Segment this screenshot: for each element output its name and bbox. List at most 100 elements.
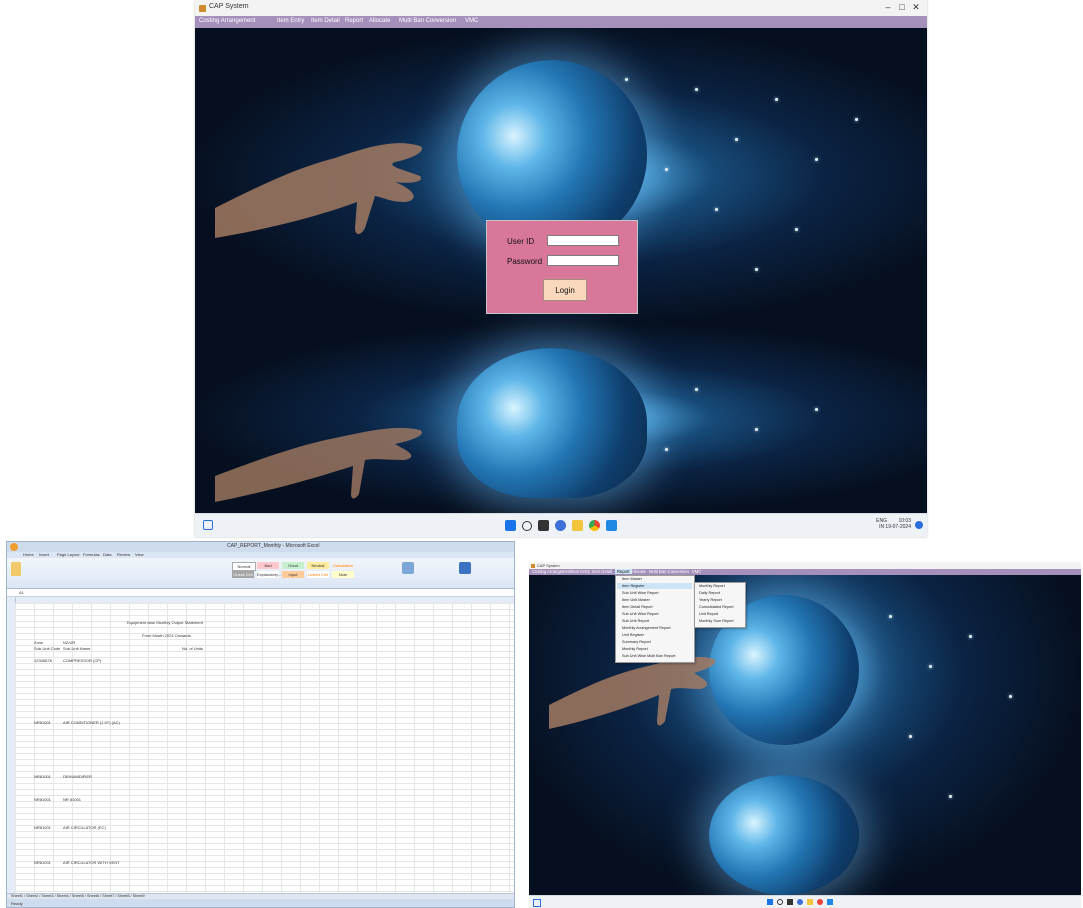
app-taskbar-icon[interactable] [606, 520, 617, 531]
menu-allocate[interactable]: Allocate [631, 569, 646, 574]
menu-costing[interactable]: Costing Arrangement [532, 569, 571, 574]
style-explanatory[interactable]: Explanatory... [257, 571, 281, 578]
chat-icon[interactable] [555, 520, 566, 531]
style-linked-cell[interactable]: Linked Cell [307, 571, 329, 578]
tab-insert[interactable]: Insert [39, 552, 49, 557]
notification-icon[interactable] [915, 521, 923, 529]
widgets-icon[interactable] [533, 899, 541, 907]
style-good[interactable]: Good [282, 562, 304, 569]
app-taskbar-icon[interactable] [827, 899, 833, 905]
sheet-tab-list[interactable]: Sheet1 / Sheet2 / Sheet3 / Sheet4 / Shee… [11, 894, 145, 898]
menu-item-detail[interactable]: Item Detail [311, 18, 340, 24]
menu-option[interactable]: Unit Register [622, 633, 644, 637]
menu-option[interactable]: Summary Report [622, 640, 651, 644]
menu-item-detail[interactable]: Item Detail [592, 569, 612, 574]
user-id-input[interactable] [547, 235, 619, 246]
report-submenu: Monthly Report Daily Report Yearly Repor… [694, 582, 746, 628]
start-icon[interactable] [505, 520, 516, 531]
menu-option[interactable]: Monthly Arrangement Report [622, 626, 671, 630]
folder-icon[interactable] [807, 899, 813, 905]
submenu-option[interactable]: Daily Report [699, 591, 720, 595]
menu-allocate[interactable]: Allocate [369, 18, 390, 24]
chrome-icon[interactable] [589, 520, 600, 531]
find-select-icon[interactable] [459, 562, 471, 574]
title-bar: CAP System – □ ✕ [195, 0, 927, 16]
menu-option[interactable]: Monthly Report [622, 647, 648, 651]
search-icon[interactable] [777, 899, 783, 905]
taskbar [529, 895, 1081, 908]
tab-review[interactable]: Review [117, 552, 130, 557]
tab-view[interactable]: View [135, 552, 144, 557]
taskbar: ENG IN 10:03 19-07-2024 [195, 513, 927, 537]
tab-formulas[interactable]: Formulas [83, 552, 100, 557]
sort-filter-icon[interactable] [402, 562, 414, 574]
menu-item-entry[interactable]: Item Entry [571, 569, 590, 574]
menu-multi-ban[interactable]: Multi Ban Conversion [649, 569, 689, 574]
sub-unit-name-header: Sub-Unit Name [63, 646, 91, 651]
excel-title-bar: CAP_REPORT_Monthly - Microsoft Excel [7, 542, 514, 552]
widgets-icon[interactable] [203, 520, 213, 530]
style-check-cell[interactable]: Check Cell [232, 571, 254, 578]
menu-option[interactable]: Sub Unit Wise Report [622, 591, 659, 595]
menu-report[interactable]: Report [345, 18, 363, 24]
tab-home[interactable]: Home [23, 552, 34, 557]
submenu-option[interactable]: Unit Report [699, 612, 718, 616]
menu-multi-ban[interactable]: Multi Ban Conversion [399, 18, 456, 24]
menu-option[interactable]: Sub Unit Wise Report [622, 612, 659, 616]
login-button[interactable]: Login [543, 279, 587, 301]
menu-option[interactable]: Sub Unit Report [622, 619, 649, 623]
style-neutral[interactable]: Neutral [307, 562, 329, 569]
office-button-icon[interactable] [10, 543, 18, 551]
style-input[interactable]: Input [282, 571, 304, 578]
search-icon[interactable] [522, 520, 532, 531]
menu-costing[interactable]: Costing Arrangement [199, 18, 255, 24]
group-code: NR81001 [34, 797, 51, 802]
status-text: Ready [11, 901, 23, 906]
group-name: DEHUMIDIFIER [63, 774, 92, 779]
style-bad[interactable]: Bad [257, 562, 279, 569]
chrome-icon[interactable] [817, 899, 823, 905]
menu-item-entry[interactable]: Item Entry [277, 18, 304, 24]
menu-option[interactable]: Item Master [622, 577, 642, 581]
password-label: Password [507, 257, 543, 266]
task-view-icon[interactable] [787, 899, 793, 905]
user-id-label: User ID [507, 237, 535, 246]
style-note[interactable]: Note [332, 571, 354, 578]
menu-vmc[interactable]: VMC [692, 569, 701, 574]
submenu-option[interactable]: Yearly Report [699, 598, 722, 602]
group-name: AIR CONDITIONER (1.5T) (AC) [63, 720, 120, 725]
group-code: NR81001 [34, 825, 51, 830]
menu-option[interactable]: Item Register [622, 584, 645, 588]
report-subtitle: From Month 2024 Onwards [142, 633, 191, 638]
chat-icon[interactable] [797, 899, 803, 905]
window-title: CAP System [209, 3, 249, 10]
submenu-option[interactable]: Consolidated Report [699, 605, 734, 609]
minimize-button[interactable]: – [881, 2, 895, 12]
taskbar-apps [767, 899, 833, 905]
folder-icon[interactable] [572, 520, 583, 531]
submenu-option[interactable]: Monthly Report [699, 584, 725, 588]
menu-option[interactable]: Sub Unit Wise Multi Ban Report [622, 654, 675, 658]
clock[interactable]: 10:03 19-07-2024 [885, 518, 911, 530]
tab-data[interactable]: Data [103, 552, 111, 557]
cap-system-window-menu: CAP System Costing Arrangement Item Entr… [529, 562, 1081, 908]
style-calculation[interactable]: Calculation [332, 562, 354, 569]
maximize-button[interactable]: □ [895, 2, 909, 12]
start-icon[interactable] [767, 899, 773, 905]
name-box[interactable]: A1 [19, 590, 24, 595]
menu-report[interactable]: Report [615, 569, 632, 574]
menu-option[interactable]: Item Unit Master [622, 598, 650, 602]
style-normal[interactable]: Normal [232, 562, 256, 571]
paste-icon[interactable] [11, 562, 21, 576]
title-bar: CAP System [529, 562, 1081, 569]
submenu-option[interactable]: Monthly Sum Report [699, 619, 734, 623]
hand-reflection [215, 427, 423, 502]
units-header: No. of Units [182, 646, 203, 651]
close-button[interactable]: ✕ [909, 2, 923, 13]
password-input[interactable] [547, 255, 619, 266]
tab-page-layout[interactable]: Page Layout [57, 552, 79, 557]
menu-option[interactable]: Item Detail Report [622, 605, 653, 609]
menu-vmc[interactable]: VMC [465, 18, 478, 24]
sub-unit-code-header: Sub-Unit Code [34, 646, 61, 651]
task-view-icon[interactable] [538, 520, 549, 531]
